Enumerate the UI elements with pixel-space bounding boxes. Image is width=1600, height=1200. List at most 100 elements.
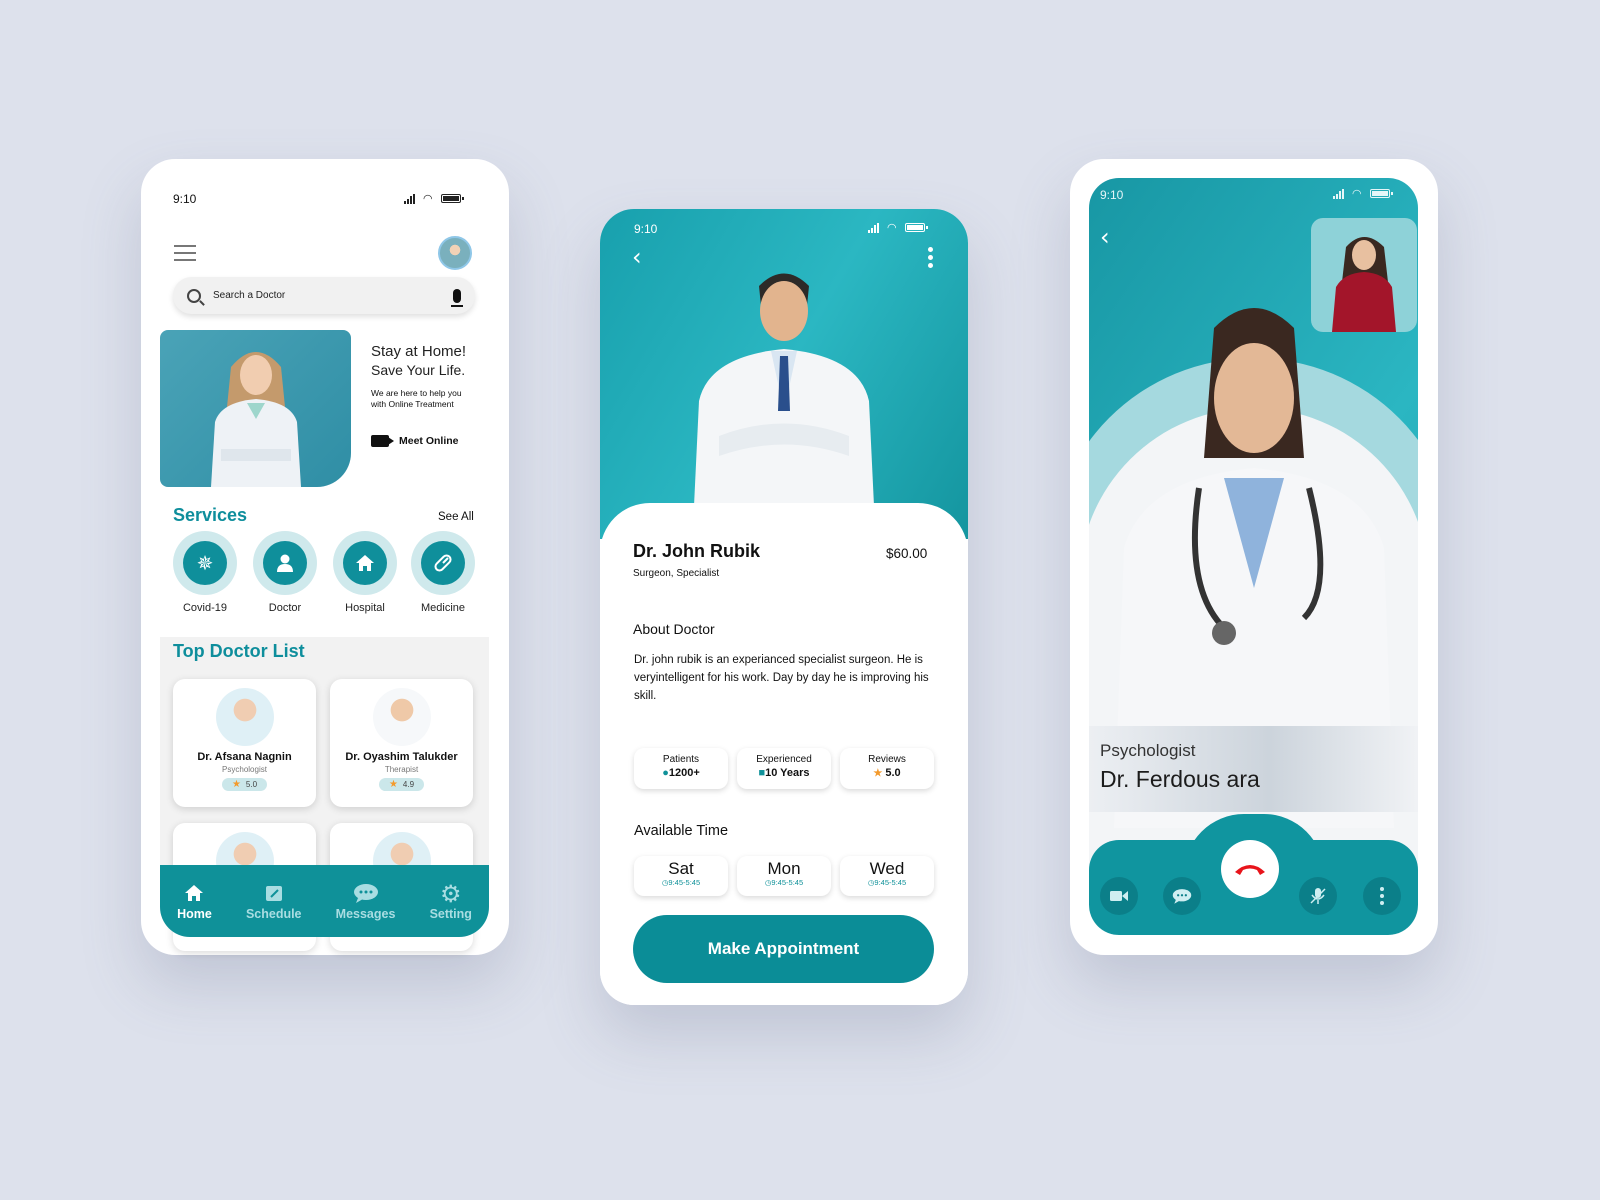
day-label: Sat bbox=[668, 859, 694, 878]
about-text: Dr. john rubik is an experianced special… bbox=[634, 654, 929, 702]
chat-button[interactable] bbox=[1163, 877, 1201, 915]
search-bar[interactable]: Search a Doctor bbox=[173, 277, 475, 314]
back-button[interactable]: ‹ bbox=[1100, 223, 1110, 251]
stat-label: Experienced bbox=[756, 754, 812, 765]
stat-experience: Experienced ■10 Years bbox=[737, 748, 831, 789]
caller-figure bbox=[1332, 237, 1396, 332]
home-icon bbox=[343, 541, 387, 585]
day-slot-sat[interactable]: Sat ◷9:45-5:45 bbox=[634, 856, 728, 896]
meet-online-button[interactable]: Meet Online bbox=[371, 435, 459, 447]
more-options-button[interactable] bbox=[928, 247, 933, 268]
doctor-name: Dr. John Rubik bbox=[633, 541, 761, 561]
stat-value: 1200+ bbox=[668, 767, 700, 779]
nav-messages[interactable]: Messages bbox=[336, 883, 395, 921]
gear-icon: ⚙ bbox=[439, 880, 462, 908]
doctor-role: Psychologist bbox=[1100, 741, 1196, 760]
end-call-button[interactable] bbox=[1221, 840, 1279, 898]
service-label: Covid-19 bbox=[182, 602, 228, 614]
home-icon bbox=[177, 883, 212, 907]
doctor-specialty: Surgeon, Specialist bbox=[633, 568, 720, 579]
doctor-role: Therapist bbox=[384, 765, 419, 774]
service-doctor[interactable]: Doctor bbox=[253, 531, 317, 614]
menu-icon[interactable] bbox=[174, 245, 196, 261]
status-time: 9:10 bbox=[1100, 188, 1124, 202]
status-time: 9:10 bbox=[634, 222, 658, 236]
day-slot-wed[interactable]: Wed ◷9:45-5:45 bbox=[840, 856, 934, 896]
wifi-icon: ◠ bbox=[887, 222, 897, 234]
status-icons: ◠ bbox=[1333, 187, 1393, 200]
home-screen: 9:10 ◠ Search a Doctor Stay at Home! Sav… bbox=[141, 159, 509, 955]
doctor-photo bbox=[215, 688, 274, 746]
person-icon bbox=[263, 541, 307, 585]
battery-icon bbox=[904, 223, 928, 232]
time-range: 9:45-5:45 bbox=[874, 878, 907, 887]
rating-badge: ★ 4.9 bbox=[378, 778, 425, 791]
hero-doctor-image bbox=[160, 330, 351, 487]
hero-subtitle-line2: with Online Treatment bbox=[371, 399, 454, 409]
see-all-link[interactable]: See All bbox=[438, 511, 474, 523]
self-view-video[interactable] bbox=[1311, 218, 1417, 332]
profile-avatar[interactable] bbox=[438, 236, 472, 270]
bottom-nav: Home Schedule Messages ⚙ Setting bbox=[160, 865, 489, 937]
more-icon bbox=[1380, 887, 1384, 905]
signal-icon bbox=[1333, 188, 1344, 199]
doctor-hero bbox=[600, 209, 968, 539]
stat-value: 5.0 bbox=[885, 767, 901, 779]
star-icon: ★ bbox=[231, 779, 241, 790]
mute-button[interactable] bbox=[1299, 877, 1337, 915]
virus-icon: ✵ bbox=[183, 541, 227, 585]
star-icon: ★ bbox=[873, 768, 883, 779]
stat-value: 10 Years bbox=[765, 767, 810, 779]
doctor-detail-screen: 9:10 ◠ ‹ Dr. John Rubik Surgeon, Special… bbox=[600, 209, 968, 1005]
wifi-icon: ◠ bbox=[1352, 188, 1362, 200]
nav-schedule[interactable]: Schedule bbox=[246, 883, 302, 921]
doctor-figure bbox=[694, 273, 874, 506]
service-hospital[interactable]: Hospital bbox=[333, 531, 397, 614]
nav-label: Setting bbox=[429, 907, 472, 921]
rating-value: 5.0 bbox=[245, 780, 258, 789]
signal-icon bbox=[868, 222, 879, 233]
nav-setting[interactable]: ⚙ Setting bbox=[429, 880, 472, 921]
rating-badge: ★ 5.0 bbox=[221, 778, 268, 791]
stat-label: Reviews bbox=[868, 754, 906, 765]
video-call-screen: Psychologist Dr. Ferdous ara 9:10 ◠ ‹ bbox=[1070, 159, 1438, 955]
service-medicine[interactable]: Medicine bbox=[411, 531, 475, 614]
stat-label: Patients bbox=[662, 754, 700, 765]
meet-online-label: Meet Online bbox=[399, 435, 459, 447]
day-slot-mon[interactable]: Mon ◷9:45-5:45 bbox=[737, 856, 831, 896]
service-covid[interactable]: ✵ Covid-19 bbox=[173, 531, 237, 614]
search-input[interactable]: Search a Doctor bbox=[213, 290, 285, 301]
video-camera-icon bbox=[371, 435, 394, 447]
rating-value: 4.9 bbox=[402, 780, 415, 789]
battery-icon bbox=[440, 194, 464, 203]
hero-title: Stay at Home! Save Your Life. bbox=[371, 342, 466, 380]
day-label: Wed bbox=[869, 859, 905, 878]
hero-title-line1: Stay at Home! bbox=[371, 343, 467, 360]
service-label: Medicine bbox=[420, 602, 466, 614]
video-toggle-button[interactable] bbox=[1100, 877, 1138, 915]
nav-label: Home bbox=[177, 907, 212, 921]
doctor-name: Dr. Ferdous ara bbox=[1100, 766, 1260, 792]
service-label: Doctor bbox=[268, 602, 302, 614]
doctor-info-panel: Psychologist Dr. Ferdous ara bbox=[1089, 726, 1418, 812]
doctor-card[interactable]: Dr. Afsana Nagnin Psychologist ★ 5.0 bbox=[173, 679, 316, 807]
hero-subtitle-line1: We are here to help you bbox=[371, 388, 462, 398]
nav-home[interactable]: Home bbox=[177, 883, 212, 921]
more-options-button[interactable] bbox=[1363, 877, 1401, 915]
doctor-figure bbox=[210, 352, 301, 487]
back-button[interactable]: ‹ bbox=[632, 243, 642, 271]
person-icon: ● bbox=[662, 767, 669, 779]
about-title: About Doctor bbox=[633, 621, 715, 637]
stat-reviews: Reviews ★ 5.0 bbox=[840, 748, 934, 789]
microphone-icon[interactable] bbox=[451, 288, 463, 307]
make-appointment-button[interactable]: Make Appointment bbox=[633, 915, 934, 983]
doctor-card[interactable]: Dr. Oyashim Talukder Therapist ★ 4.9 bbox=[330, 679, 473, 807]
available-time-title: Available Time bbox=[634, 823, 729, 839]
signal-icon bbox=[404, 193, 415, 204]
pill-icon bbox=[421, 541, 465, 585]
services-title: Services bbox=[173, 505, 248, 525]
time-range: 9:45-5:45 bbox=[668, 878, 701, 887]
doctor-price: $60.00 bbox=[886, 546, 928, 561]
stat-patients: Patients ●1200+ bbox=[634, 748, 728, 789]
mic-off-icon bbox=[1310, 888, 1326, 904]
